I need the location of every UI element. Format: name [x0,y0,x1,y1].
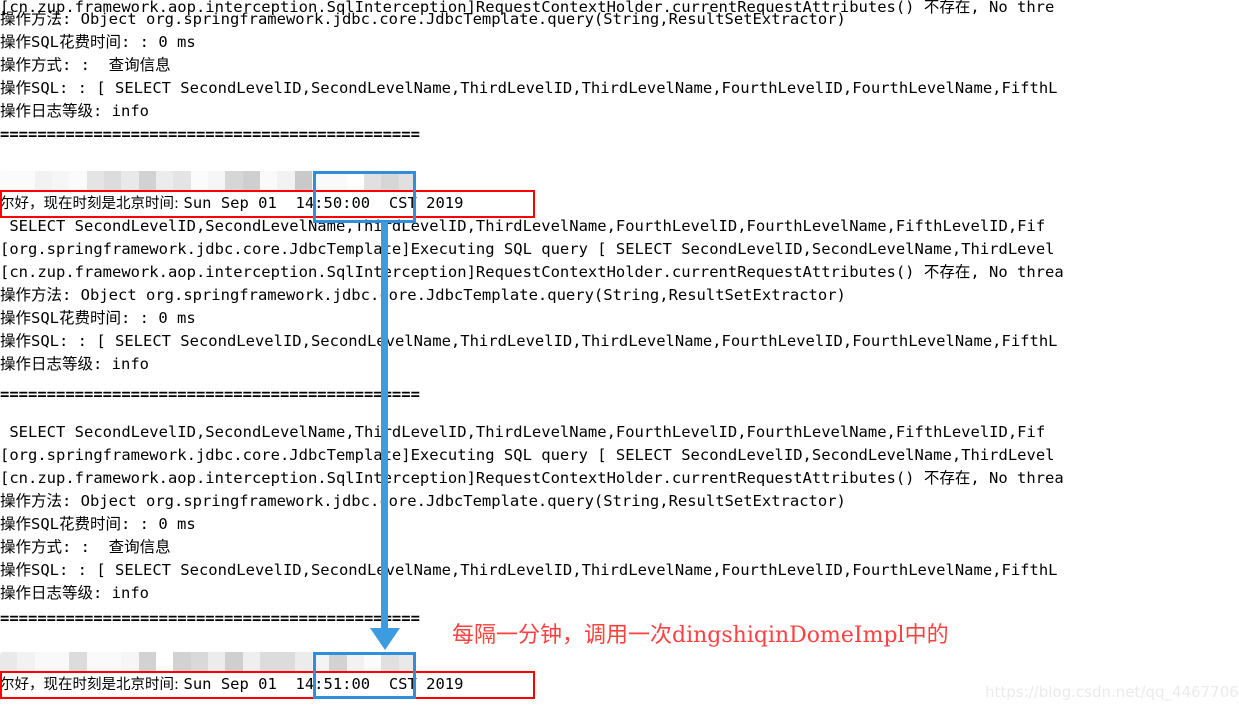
log-line: 操作SQL: : [ SELECT SecondLevelID,SecondLe… [0,332,1058,350]
mosaic-cell [242,171,260,191]
mosaic-cell [311,171,330,191]
mosaic-cell [381,652,399,672]
mosaic-cell [190,171,208,191]
timestamp-zone-year: CST 2019 [379,675,464,693]
mosaic-cell [207,171,226,191]
mosaic-cell [103,652,122,672]
mosaic-cell [363,171,382,191]
mosaic-cell [329,171,347,191]
log-line: [org.springframework.jdbc.core.JdbcTempl… [0,240,1055,258]
timestamp-log-line: 尔好，现在时刻是北京时间: Sun Sep 01 14:50:00 CST 20… [0,192,463,216]
timestamp-prefix: 尔好，现在时刻是北京时间: [0,196,184,212]
mosaic-cell [17,171,35,191]
mosaic-cell [34,171,52,191]
log-line: 操作方式: : 查询信息 [0,538,171,556]
log-line: 操作SQL花费时间: : 0 ms [0,33,196,51]
mosaic-cell [173,652,191,672]
log-line: 操作方法: Object org.springframework.jdbc.co… [0,286,846,304]
mosaic-cell [294,652,312,672]
mosaic-cell [190,652,208,672]
mosaic-cell [346,652,364,672]
mosaic-cell [121,652,139,672]
mosaic-cell [259,652,278,672]
mosaic-cell [155,652,174,672]
redaction-mosaic-top [0,171,416,191]
log-line: 操作日志等级: info [0,102,149,120]
mosaic-cell [103,171,122,191]
timestamp-log-line: 尔好，现在时刻是北京时间: Sun Sep 01 14:51:00 CST 20… [0,673,463,697]
mosaic-cell [277,652,295,672]
annotation-note: 每隔一分钟，调用一次dingshiqinDomeImpl中的 [452,623,949,648]
mosaic-cell [398,171,416,191]
mosaic-cell [207,652,226,672]
mosaic-cell [346,171,364,191]
mosaic-cell [225,652,243,672]
connector-arrow-shaft [381,222,388,630]
mosaic-cell [17,652,35,672]
timestamp-date: Sun Sep 01 [183,194,287,212]
mosaic-cell [173,171,191,191]
mosaic-cell [398,652,416,672]
mosaic-cell [259,171,278,191]
redaction-mosaic-bottom [0,652,416,672]
log-line: [cn.zup.framework.aop.interception.SqlIn… [0,469,1064,487]
log-line: SELECT SecondLevelID,SecondLevelName,Thi… [0,217,1046,235]
log-line: 操作方式: : 查询信息 [0,56,171,74]
mosaic-cell [294,171,312,191]
log-line: [cn.zup.framework.aop.interception.SqlIn… [0,263,1064,281]
mosaic-cell [225,171,243,191]
log-line: 操作方法: Object org.springframework.jdbc.co… [0,492,846,510]
mosaic-cell [86,171,104,191]
timestamp-time-value: 14:50:00 [286,194,380,212]
mosaic-cell [242,652,260,672]
log-line: 操作日志等级: info [0,355,149,373]
log-separator-line: ========================================… [0,385,420,403]
mosaic-cell [329,652,347,672]
mosaic-cell [311,652,330,672]
mosaic-cell [277,171,295,191]
log-separator-line: ========================================… [0,125,420,143]
timestamp-time-value: 14:51:00 [286,675,380,693]
watermark-text: https://blog.csdn.net/qq_44677062 [985,683,1239,701]
log-separator-line: ========================================… [0,609,420,627]
console-log-output: [cn.zup.framework.aop.interception.SqlIn… [0,0,1239,710]
mosaic-cell [0,171,18,191]
mosaic-cell [51,171,70,191]
log-line: 操作SQL: : [ SELECT SecondLevelID,SecondLe… [0,79,1058,97]
log-line: 操作方法: Object org.springframework.jdbc.co… [0,10,846,28]
mosaic-cell [381,171,399,191]
log-line: 操作SQL花费时间: : 0 ms [0,309,196,327]
mosaic-cell [86,652,104,672]
log-line: SELECT SecondLevelID,SecondLevelName,Thi… [0,423,1046,441]
mosaic-cell [121,171,139,191]
timestamp-prefix: 尔好，现在时刻是北京时间: [0,677,184,693]
log-line: 操作SQL: : [ SELECT SecondLevelID,SecondLe… [0,561,1058,579]
mosaic-cell [0,652,18,672]
log-line: 操作SQL花费时间: : 0 ms [0,515,196,533]
mosaic-cell [363,652,382,672]
timestamp-date: Sun Sep 01 [183,675,287,693]
mosaic-cell [138,652,156,672]
mosaic-cell [155,171,174,191]
mosaic-cell [69,652,87,672]
mosaic-cell [138,171,156,191]
log-line: [org.springframework.jdbc.core.JdbcTempl… [0,446,1055,464]
mosaic-cell [34,652,52,672]
mosaic-cell [69,171,87,191]
log-line: 操作日志等级: info [0,584,149,602]
timestamp-zone-year: CST 2019 [379,194,464,212]
connector-arrow-head [370,628,400,650]
mosaic-cell [51,652,70,672]
